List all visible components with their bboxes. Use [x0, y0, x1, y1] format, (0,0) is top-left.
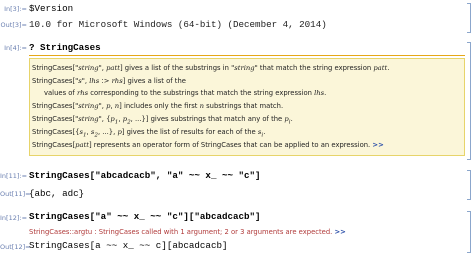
out12-label: Out[12]= — [0, 243, 31, 251]
in11-label: In[11]:= — [0, 172, 28, 180]
out12-output: StringCases[a ~~ x_ ~~ c][abcadcacb] — [29, 240, 228, 251]
doc-line-7: StringCases[patt] represents an operator… — [32, 141, 384, 149]
in4-input[interactable]: ? StringCases — [29, 42, 101, 53]
doc-line-3: values of rhs corresponding to the subst… — [44, 89, 327, 97]
info-separator — [29, 55, 465, 56]
in4-label: In[4]:= — [4, 44, 27, 52]
message-more-link[interactable]: >> — [334, 228, 345, 236]
doc-line-2: StringCases["s", lhs :> rhs] gives a lis… — [32, 77, 186, 85]
out3-label: Out[3]= — [0, 21, 27, 29]
out3-output: 10.0 for Microsoft Windows (64-bit) (Dec… — [29, 19, 327, 30]
cell-bracket[interactable] — [467, 170, 471, 200]
in12-input[interactable]: StringCases["a" ~~ x_ ~~ "c"]["abcadcacb… — [29, 211, 261, 222]
doc-line-4: StringCases["string", p, n] includes onl… — [32, 102, 284, 110]
in12-label: In[12]:= — [0, 214, 28, 222]
cell-bracket[interactable] — [467, 3, 471, 33]
doc-line-5: StringCases["string", {p1, p2, ...}] giv… — [32, 115, 293, 126]
out11-label: Out[11]= — [0, 190, 31, 198]
cell-bracket[interactable] — [467, 42, 471, 160]
out11-output: {abc, adc} — [29, 188, 85, 199]
more-info-link[interactable]: >> — [372, 141, 383, 149]
in3-input[interactable]: $Version — [29, 3, 73, 14]
in11-input[interactable]: StringCases["abcadcacb", "a" ~~ x_ ~~ "c… — [29, 170, 261, 181]
cell-bracket[interactable] — [467, 211, 471, 253]
doc-line-1: StringCases["string", patt] gives a list… — [32, 64, 390, 72]
in3-label: In[3]:= — [4, 5, 27, 13]
doc-line-6: StringCases[{s1, s2, ...}, p] gives the … — [32, 128, 266, 139]
error-message: StringCases::argtu : StringCases called … — [29, 228, 346, 236]
message-name: StringCases::argtu — [29, 228, 93, 236]
